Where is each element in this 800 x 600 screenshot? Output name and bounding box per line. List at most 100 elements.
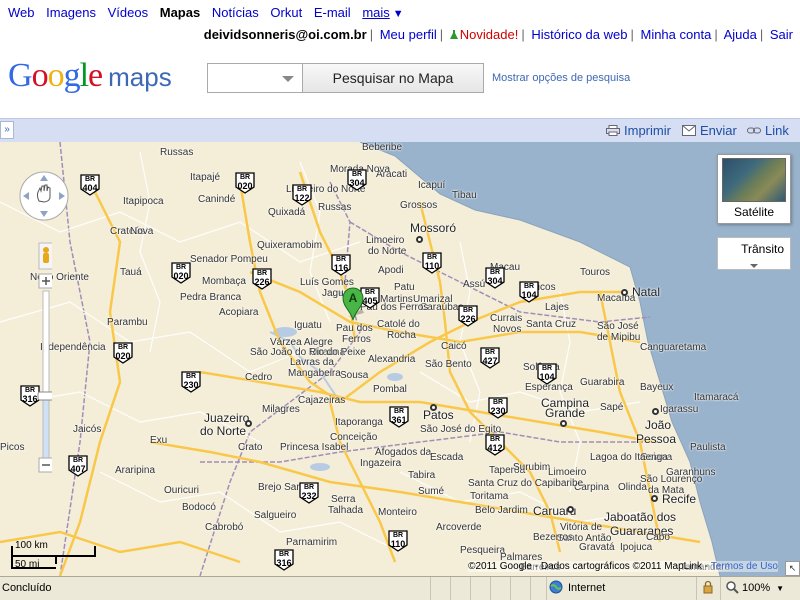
city-marker-joao-pessoa: [652, 408, 659, 415]
place-label: Ferros: [342, 334, 371, 345]
place-label: Alexandria: [368, 354, 416, 365]
help-link[interactable]: Ajuda: [724, 27, 757, 42]
reservoir: [387, 373, 403, 381]
place-label: Novos: [493, 324, 522, 335]
place-label: Itamaracá: [694, 392, 739, 403]
sign-out-link[interactable]: Sair: [770, 27, 793, 42]
place-label: Pessoa: [636, 432, 677, 446]
chevron-down-icon[interactable]: ▼: [776, 584, 784, 593]
traffic-options-toggle[interactable]: [717, 262, 791, 270]
route-shield: BR 361: [389, 406, 409, 428]
zoom-level-control[interactable]: 100% ▼: [720, 577, 800, 600]
gbar-maps-link[interactable]: Mapas: [160, 5, 200, 20]
city-marker-patos: [430, 404, 437, 411]
place-label: Canindé: [198, 194, 236, 205]
route-shield: BR 020: [171, 262, 191, 284]
google-bar: Web Imagens Vídeos Mapas Notícias Orkut …: [0, 0, 800, 24]
place-label: Bezerros: [533, 532, 574, 543]
send-link[interactable]: Enviar: [682, 123, 737, 138]
route-shield: BR 232: [299, 482, 319, 504]
logo-letter: e: [88, 57, 103, 94]
user-bar: deividsonneris@oi.com.br | Meu perfil | No…: [204, 27, 793, 42]
place-label: Limoeiro: [366, 235, 405, 246]
place-label: Sapé: [600, 402, 624, 413]
expand-panel-button[interactable]: »: [0, 121, 14, 139]
place-label: Igarassu: [660, 404, 699, 415]
gbar-email-link[interactable]: E-mail: [314, 5, 351, 20]
place-label: Princesa Isabel: [280, 442, 349, 453]
place-label: Iguatu: [294, 320, 322, 331]
place-label: Ouricuri: [164, 485, 200, 496]
route-shield: BR 304: [347, 169, 367, 191]
zoom-slider[interactable]: [36, 241, 52, 481]
place-label: Conceição: [330, 432, 378, 443]
place-label: Russas: [318, 202, 352, 213]
route-shield: BR 230: [488, 397, 508, 419]
route-shield: BR 110: [388, 530, 408, 552]
gbar-more-link[interactable]: mais: [362, 5, 389, 20]
link-link[interactable]: Link: [747, 123, 789, 138]
place-label: Umarizal: [413, 294, 453, 305]
place-label: Itaporanga: [335, 417, 383, 428]
overview-map-toggle[interactable]: ↖: [785, 561, 800, 576]
route-shield: BR 226: [458, 305, 478, 327]
city-marker-natal: [621, 289, 628, 296]
place-label: Ingazeira: [360, 458, 402, 469]
map-toolbar: » Imprimir Enviar Link: [0, 118, 800, 142]
place-label: Catolé do: [377, 319, 420, 330]
search-map-button[interactable]: Pesquisar no Mapa: [302, 63, 484, 93]
location-marker-a[interactable]: A: [342, 287, 368, 325]
web-history-link[interactable]: Histórico da web: [531, 27, 627, 42]
traffic-button[interactable]: Trânsito: [717, 237, 791, 270]
logo-letter: o: [47, 57, 65, 94]
place-label: Apodi: [378, 265, 404, 276]
place-label: Pombal: [373, 384, 407, 395]
place-label: Pedra Branca: [180, 292, 242, 303]
terms-of-use-link[interactable]: Termos de Uso: [711, 561, 778, 572]
place-label: Salgueiro: [254, 510, 297, 521]
place-label: Afogados da: [375, 447, 432, 458]
place-label: do Norte: [200, 424, 247, 438]
place-label: Exu: [150, 435, 168, 446]
gbar-orkut-link[interactable]: Orkut: [270, 5, 302, 20]
place-label: Paulista: [690, 442, 726, 453]
pan-control[interactable]: [19, 171, 69, 221]
route-shield: BR 427: [480, 347, 500, 369]
place-label: Currais: [490, 313, 523, 324]
place-label: Nova: [130, 226, 154, 237]
place-label: Mangabeira: [288, 368, 341, 379]
place-label: Talhada: [328, 505, 364, 516]
reservoir: [310, 463, 330, 471]
search-input[interactable]: [207, 63, 302, 93]
my-account-link[interactable]: Minha conta: [640, 27, 711, 42]
google-maps-logo[interactable]: Google maps: [8, 57, 172, 97]
dropdown-arrow-icon[interactable]: [282, 76, 294, 82]
status-cell: [510, 577, 530, 600]
profile-link[interactable]: Meu perfil: [380, 27, 437, 42]
gbar-videos-link[interactable]: Vídeos: [108, 5, 148, 20]
place-label: Natal: [632, 285, 661, 299]
gbar-images-link[interactable]: Imagens: [46, 5, 96, 20]
print-link[interactable]: Imprimir: [606, 123, 671, 138]
place-label: Tibau: [452, 190, 477, 201]
place-label: Icapuí: [418, 180, 446, 191]
show-search-options-link[interactable]: Mostrar opções de pesquisa: [492, 72, 630, 84]
status-cell: [430, 577, 450, 600]
gbar-web-link[interactable]: Web: [8, 5, 35, 20]
protected-mode-cell[interactable]: [696, 577, 720, 600]
place-label: Mombaça: [202, 276, 246, 287]
gbar-news-link[interactable]: Notícias: [212, 5, 259, 20]
satellite-view-button[interactable]: Satélite: [717, 154, 791, 224]
chevron-down-icon[interactable]: ▼: [393, 8, 404, 20]
logo-letter: o: [31, 57, 49, 94]
status-text: Concluído: [2, 582, 52, 594]
scale-mi-label: 50 mi: [15, 559, 40, 570]
satellite-label: Satélite: [733, 205, 775, 219]
place-label: Guarabira: [580, 377, 625, 388]
new-features-link[interactable]: Novidade!: [460, 27, 519, 42]
magnifier-icon: [726, 581, 739, 594]
place-label: Caicó: [441, 341, 467, 352]
user-email: deividsonneris@oi.com.br: [203, 27, 367, 42]
map-canvas[interactable]: Beberibe Aracati Icapuí Tibau Grossos Mo…: [0, 142, 800, 576]
place-label: João: [645, 418, 672, 432]
